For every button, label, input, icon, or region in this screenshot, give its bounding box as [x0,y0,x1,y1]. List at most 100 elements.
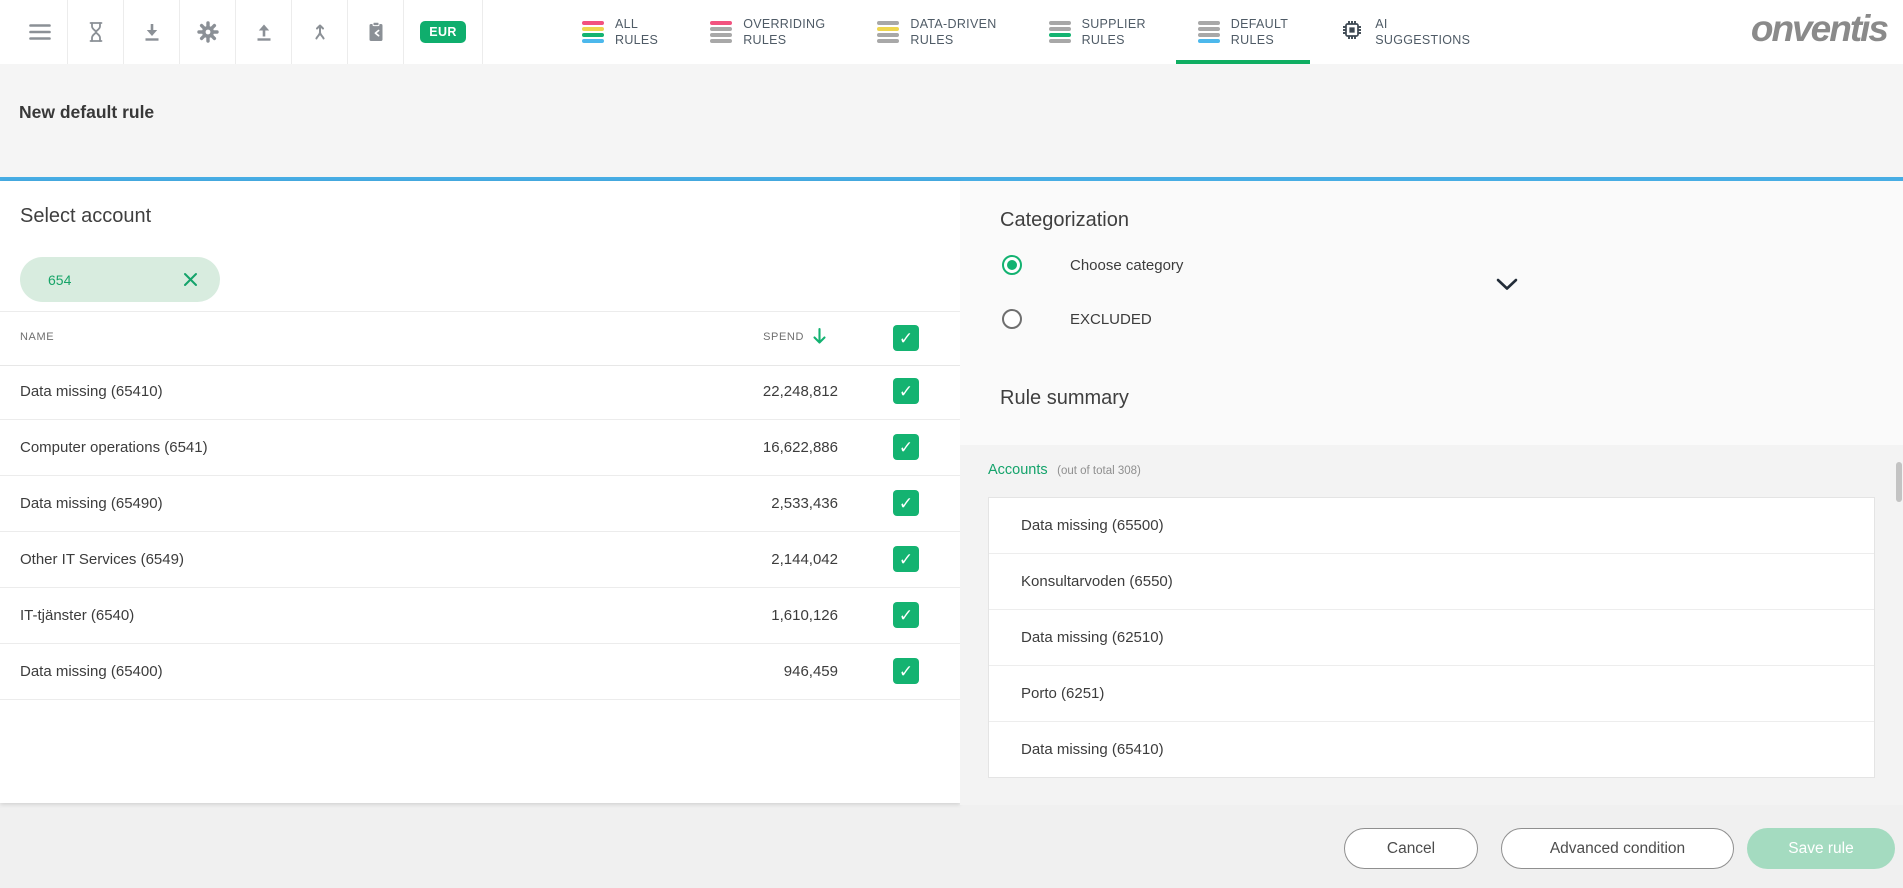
table-row[interactable]: IT-tjänster (6540) 1,610,126 ✓ [0,588,960,644]
account-spend: 2,144,042 [771,551,838,568]
menu-button[interactable] [12,0,68,64]
page-title-band: New default rule [0,64,1903,177]
summary-account-name: Data missing (65500) [1021,517,1164,534]
rule-summary-title: Rule summary [1000,387,1129,410]
table-row[interactable]: Data missing (65410) 22,248,812 ✓ [0,364,960,420]
paste-button[interactable] [348,0,404,64]
tab-ai-suggestions[interactable]: AISUGGESTIONS [1314,0,1496,64]
merge-icon [310,22,330,43]
spend-column-label: SPEND [763,331,804,343]
select-all-checkbox[interactable]: ✓ [893,325,919,351]
rules-stack-icon [1198,21,1220,42]
currency-badge[interactable]: EUR [420,21,466,44]
currency-cell: EUR [404,0,483,64]
row-checkbox[interactable]: ✓ [893,602,919,628]
settings-gear-icon [197,21,219,43]
rules-stack-icon [877,21,899,42]
rules-tab-bar: ALLRULES OVERRIDINGRULES DATA-DRIVENRULES S… [556,0,1496,64]
spend-column-header[interactable]: SPEND [763,327,828,346]
list-item[interactable]: Konsultarvoden (6550) [989,554,1874,610]
accounts-table-body: Data missing (65410)22,248,812✓Computer … [0,364,960,700]
scrollbar-thumb[interactable] [1896,462,1902,502]
advanced-condition-button[interactable]: Advanced condition [1501,828,1734,869]
account-name: Other IT Services (6549) [20,551,184,568]
accounts-total-note: (out of total 308) [1057,465,1141,477]
account-spend: 22,248,812 [763,383,838,400]
table-row[interactable]: Data missing (65400) 946,459 ✓ [0,644,960,700]
accounts-summary-list: Data missing (65500) Konsultarvoden (6550… [988,497,1875,778]
upload-icon [254,22,274,43]
tab-label: DEFAULTRULES [1231,16,1288,49]
top-toolbar: EUR ALLRULES OVERRIDINGRULES DATA-DRIVENRU… [0,0,1903,65]
categorization-title: Categorization [1000,209,1129,232]
row-checkbox[interactable]: ✓ [893,658,919,684]
merge-button[interactable] [292,0,348,64]
radio-label: EXCLUDED [1070,311,1152,328]
tab-label: AISUGGESTIONS [1375,16,1470,49]
sort-descending-arrow-icon [811,327,828,346]
radio-button-icon[interactable] [1002,309,1022,329]
tab-default-rules[interactable]: DEFAULTRULES [1172,0,1314,64]
summary-account-name: Konsultarvoden (6550) [1021,573,1173,590]
tab-label: ALLRULES [615,16,658,49]
history-button[interactable] [68,0,124,64]
rules-stack-icon [710,21,732,42]
row-checkbox[interactable]: ✓ [893,378,919,404]
tab-label: DATA-DRIVENRULES [910,16,996,49]
tab-label: OVERRIDINGRULES [743,16,825,49]
categorization-panel: Categorization Choose category EXCLUDED R… [960,181,1903,445]
select-account-panel: Select account 654 NAME SPEND ✓ Data mis… [0,181,960,803]
close-icon[interactable] [183,272,198,287]
toolbar-icon-group: EUR [0,0,483,64]
rules-stack-icon [1049,21,1071,42]
clipboard-paste-icon [366,21,386,43]
summary-account-name: Porto (6251) [1021,685,1104,702]
tab-overriding-rules[interactable]: OVERRIDINGRULES [684,0,851,64]
spend-rules-app: EUR ALLRULES OVERRIDINGRULES DATA-DRIVENRU… [0,0,1903,888]
onventis-logo: onventis [1751,8,1887,50]
cancel-button[interactable]: Cancel [1344,828,1478,869]
summary-account-name: Data missing (62510) [1021,629,1164,646]
row-checkbox[interactable]: ✓ [893,490,919,516]
account-spend: 946,459 [784,663,838,680]
tab-label: SUPPLIERRULES [1082,16,1146,49]
download-button[interactable] [124,0,180,64]
row-checkbox[interactable]: ✓ [893,546,919,572]
table-row[interactable]: Computer operations (6541)16,622,886✓ [0,420,960,476]
list-item[interactable]: Data missing (62510) [989,610,1874,666]
name-column-header[interactable]: NAME [20,331,54,343]
account-spend: 1,610,126 [771,607,838,624]
account-spend: 16,622,886 [763,439,838,456]
rule-summary-section: Accounts (out of total 308) Data missing… [960,445,1903,805]
list-item[interactable]: Data missing (65500) [989,498,1874,554]
accounts-label: Accounts [988,462,1048,478]
radio-button-icon[interactable] [1002,255,1022,275]
account-spend: 2,533,436 [771,495,838,512]
account-name: Data missing (65400) [20,663,163,680]
tab-supplier-rules[interactable]: SUPPLIERRULES [1023,0,1172,64]
rules-stack-icon [582,21,604,42]
category-option-excluded[interactable]: EXCLUDED [1002,297,1152,341]
ai-chip-icon [1340,18,1364,47]
table-row[interactable]: Data missing (65490) 2,533,436 ✓ [0,476,960,532]
menu-icon [29,23,51,41]
tab-data-driven-rules[interactable]: DATA-DRIVENRULES [851,0,1022,64]
accounts-table-header: NAME SPEND ✓ [0,311,960,366]
upload-button[interactable] [236,0,292,64]
category-option-choose-category[interactable]: Choose category [1002,243,1183,287]
account-name: IT-tjänster (6540) [20,607,134,624]
select-account-title: Select account [20,205,151,228]
settings-button[interactable] [180,0,236,64]
list-item[interactable]: Data missing (65410) [989,722,1874,777]
download-icon [142,22,162,43]
account-name: Data missing (65490) [20,495,163,512]
table-row[interactable]: Other IT Services (6549) 2,144,042 ✓ [0,532,960,588]
row-checkbox[interactable]: ✓ [893,434,919,460]
account-name: Data missing (65410) [20,383,163,400]
filter-chip-text: 654 [48,272,183,288]
chevron-down-icon[interactable] [1496,278,1518,296]
list-item[interactable]: Porto (6251) [989,666,1874,722]
tab-all-rules[interactable]: ALLRULES [556,0,684,64]
save-rule-button[interactable]: Save rule [1747,828,1895,869]
account-filter-chip[interactable]: 654 [20,257,220,302]
